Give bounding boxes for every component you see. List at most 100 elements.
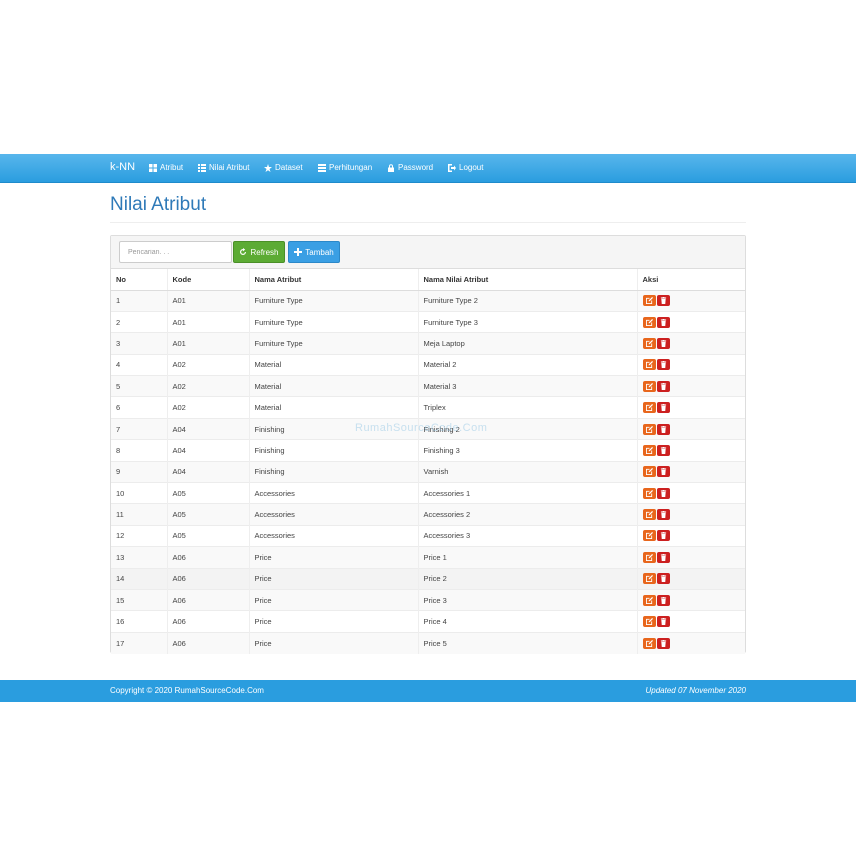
refresh-label: Refresh [250, 247, 279, 257]
trash-icon [660, 618, 666, 626]
table-row: 2 A01 Furniture Type Furniture Type 3 [111, 310, 745, 333]
column-header[interactable]: Nama Nilai Atribut [418, 269, 638, 291]
edit-icon [645, 596, 653, 604]
edit-button[interactable] [642, 444, 656, 456]
edit-button[interactable] [642, 466, 656, 478]
cell-nama-atribut: Finishing [249, 439, 419, 462]
delete-button[interactable] [656, 359, 670, 371]
cell-no: 15 [111, 588, 168, 611]
cell-nama-nilai: Price 2 [418, 567, 638, 590]
cell-nama-atribut: Accessories [249, 503, 419, 526]
delete-button[interactable] [656, 509, 670, 521]
grid-icon [149, 163, 157, 172]
delete-button[interactable] [656, 637, 670, 649]
page-title: Nilai Atribut [110, 194, 207, 215]
trash-icon [660, 511, 666, 519]
refresh-button[interactable]: Refresh [233, 241, 285, 263]
delete-button[interactable] [656, 487, 670, 499]
cell-no: 11 [111, 503, 168, 526]
cell-no: 9 [111, 460, 168, 483]
edit-button[interactable] [642, 359, 656, 371]
edit-icon [645, 404, 653, 412]
nav-item-dataset[interactable]: Dataset [264, 163, 303, 172]
edit-button[interactable] [642, 551, 656, 563]
cell-kode: A05 [167, 482, 250, 504]
cell-kode: A02 [167, 353, 250, 376]
edit-button[interactable] [642, 487, 656, 499]
search-input[interactable] [119, 241, 232, 263]
add-button[interactable]: Tambah [288, 241, 340, 263]
nav-item-perhitungan[interactable]: Perhitungan [318, 163, 372, 172]
delete-button[interactable] [656, 337, 670, 349]
delete-button[interactable] [656, 316, 670, 328]
column-header[interactable]: Kode [167, 269, 250, 291]
delete-button[interactable] [656, 551, 670, 563]
table-body: 1 A01 Furniture Type Furniture Type 2 2 A01 Fu… [111, 289, 745, 654]
nav-item-label: Logout [459, 163, 484, 172]
edit-button[interactable] [642, 402, 656, 414]
column-header[interactable]: Nama Atribut [249, 269, 419, 291]
cell-no: 16 [111, 610, 168, 633]
cell-no: 5 [111, 375, 168, 397]
table-row: 10 A05 Accessories Accessories 1 [111, 482, 745, 504]
cell-nama-atribut: Furniture Type [249, 289, 419, 312]
edit-button[interactable] [642, 509, 656, 521]
edit-button[interactable] [642, 530, 656, 542]
edit-button[interactable] [642, 316, 656, 328]
delete-button[interactable] [656, 616, 670, 628]
cell-kode: A05 [167, 503, 250, 526]
cell-kode: A02 [167, 375, 250, 397]
star-icon [264, 163, 272, 172]
delete-button[interactable] [656, 573, 670, 585]
nav-item-atribut[interactable]: Atribut [149, 163, 183, 172]
list-icon [198, 163, 206, 172]
delete-button[interactable] [656, 466, 670, 478]
footer-updated: Updated 07 November 2020 [645, 686, 746, 695]
edit-icon [645, 532, 653, 540]
table-row: 4 A02 Material Material 2 [111, 353, 745, 376]
navbar-brand[interactable]: k-NN [110, 161, 135, 173]
cell-actions [637, 460, 745, 483]
trash-icon [660, 339, 666, 347]
cell-actions [637, 396, 745, 419]
edit-button[interactable] [642, 637, 656, 649]
table-row: 1 A01 Furniture Type Furniture Type 2 [111, 289, 745, 312]
cell-nama-nilai: Furniture Type 3 [418, 310, 638, 333]
table-row: 16 A06 Price Price 4 [111, 610, 745, 633]
delete-button[interactable] [656, 594, 670, 606]
cell-no: 10 [111, 482, 168, 504]
nav-item-nilai-atribut[interactable]: Nilai Atribut [198, 163, 249, 172]
edit-button[interactable] [642, 295, 656, 307]
column-header[interactable]: No [111, 269, 168, 291]
delete-button[interactable] [656, 295, 670, 307]
cell-kode: A06 [167, 631, 250, 654]
cell-nama-atribut: Price [249, 631, 419, 654]
cell-nama-atribut: Price [249, 546, 419, 569]
edit-button[interactable] [642, 380, 656, 392]
nav-item-logout[interactable]: Logout [448, 163, 483, 172]
cell-kode: A06 [167, 610, 250, 633]
delete-button[interactable] [656, 380, 670, 392]
delete-button[interactable] [656, 444, 670, 456]
cell-no: 7 [111, 417, 168, 440]
footer: Copyright © 2020 RumahSourceCode.Com Upd… [0, 680, 856, 702]
delete-button[interactable] [656, 402, 670, 414]
edit-button[interactable] [642, 616, 656, 628]
edit-button[interactable] [642, 337, 656, 349]
trash-icon [660, 468, 666, 476]
cell-nama-atribut: Furniture Type [249, 310, 419, 333]
edit-icon [645, 553, 653, 561]
navbar: k-NN Atribut Nilai Atribut Dataset Perhi… [0, 154, 856, 183]
edit-button[interactable] [642, 423, 656, 435]
trash-icon [660, 297, 666, 305]
nav-item-password[interactable]: Password [387, 163, 433, 172]
cell-nama-nilai: Price 1 [418, 546, 638, 569]
cell-actions [637, 417, 745, 440]
delete-button[interactable] [656, 423, 670, 435]
nav-item-label: Password [398, 163, 434, 172]
edit-button[interactable] [642, 573, 656, 585]
nav-item-label: Atribut [160, 163, 184, 172]
table-row: 15 A06 Price Price 3 [111, 588, 745, 611]
edit-button[interactable] [642, 594, 656, 606]
delete-button[interactable] [656, 530, 670, 542]
